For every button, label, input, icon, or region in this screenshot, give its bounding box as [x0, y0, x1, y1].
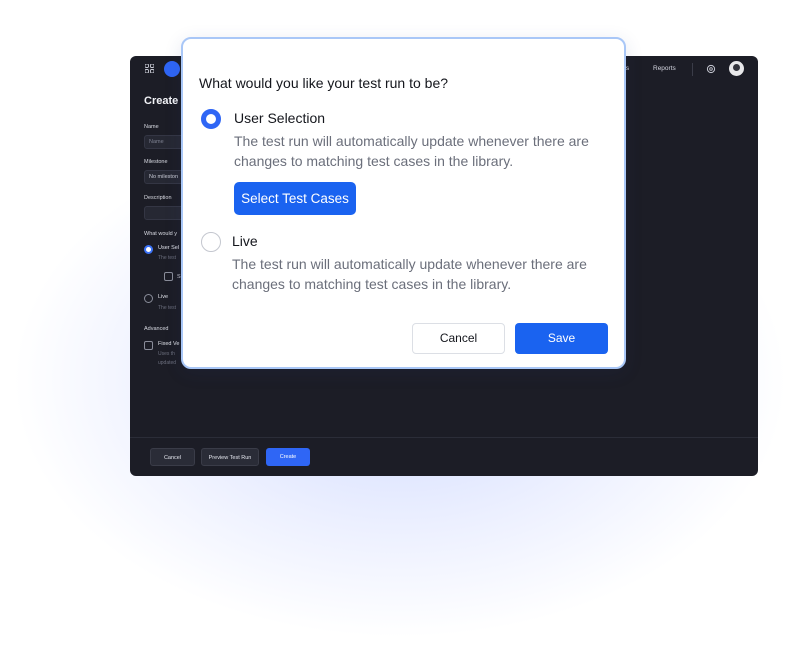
live-desc: The test	[158, 305, 177, 311]
cancel-button[interactable]: Cancel	[150, 448, 195, 466]
user-selection-desc-line-1: The test run will automatically update w…	[234, 133, 589, 149]
advanced-label: Advanced	[144, 326, 169, 332]
name-label: Name	[144, 124, 159, 130]
milestone-label: Milestone	[144, 159, 168, 165]
list-icon	[164, 272, 173, 281]
description-label: Description	[144, 195, 172, 201]
fixed-version-desc-1: Uses th	[158, 351, 175, 357]
nav-divider	[692, 63, 693, 76]
fixed-version-label: Fixed Ve	[158, 341, 180, 347]
live-radio[interactable]	[144, 294, 153, 303]
live-description: The test run will automatically update w…	[232, 254, 612, 294]
footer-divider	[130, 437, 758, 438]
user-selection-title[interactable]: User Selection	[234, 110, 325, 126]
avatar[interactable]	[729, 61, 744, 76]
run-type-question: What would y	[144, 231, 178, 237]
fixed-version-checkbox[interactable]	[144, 341, 153, 350]
live-desc-line-1: The test run will automatically update w…	[232, 256, 587, 272]
live-label: Live	[158, 294, 169, 300]
run-type-modal: What would you like your test run to be?…	[181, 37, 626, 369]
gear-icon[interactable]	[706, 64, 716, 74]
modal-title: What would you like your test run to be?	[199, 75, 449, 91]
user-selection-label: User Sel	[158, 245, 180, 251]
fixed-version-desc-2: updated	[158, 360, 177, 366]
user-selection-description: The test run will automatically update w…	[234, 131, 614, 171]
live-desc-line-2: changes to matching test cases in the li…	[232, 276, 512, 292]
modal-save-button[interactable]: Save	[515, 323, 608, 354]
user-selection-radio[interactable]	[144, 245, 153, 254]
page-title: Create	[144, 95, 179, 107]
apps-grid-icon[interactable]	[145, 64, 154, 73]
nav-reports[interactable]: Reports	[653, 65, 676, 72]
live-radio-modal[interactable]	[201, 232, 221, 252]
preview-test-run-button[interactable]: Preview Test Run	[201, 448, 259, 466]
select-test-cases-button[interactable]: Select Test Cases	[234, 182, 356, 215]
create-button[interactable]: Create	[266, 448, 310, 466]
logo[interactable]	[164, 61, 180, 77]
modal-cancel-button[interactable]: Cancel	[412, 323, 505, 354]
user-selection-radio-modal[interactable]	[201, 109, 221, 129]
live-title[interactable]: Live	[232, 233, 258, 249]
user-selection-desc: The test	[158, 255, 177, 261]
user-selection-desc-line-2: changes to matching test cases in the li…	[234, 153, 514, 169]
